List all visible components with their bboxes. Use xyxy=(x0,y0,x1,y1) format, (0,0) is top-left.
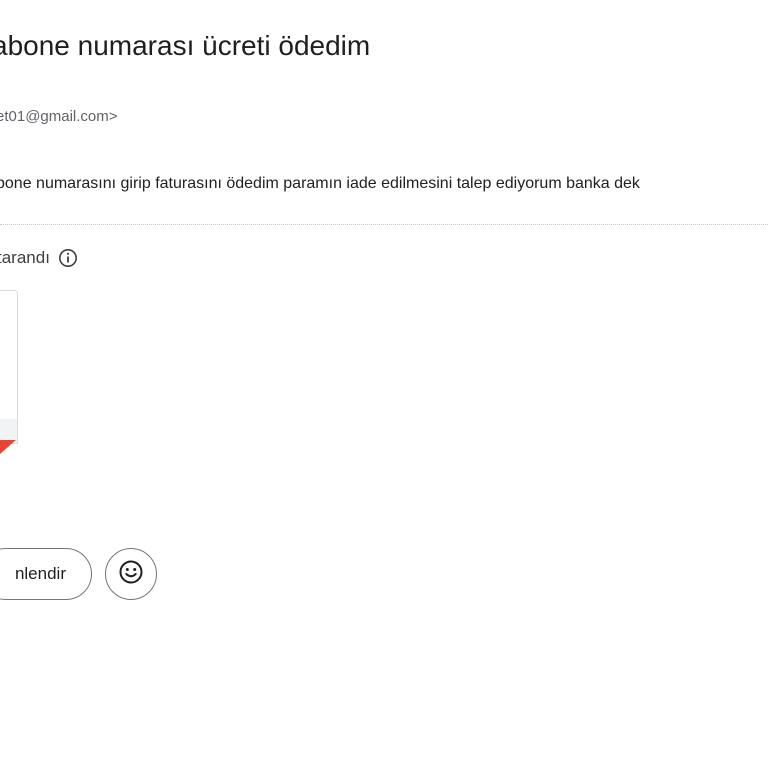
email-body-text: bone numarasını girip faturasını ödedim … xyxy=(0,175,640,192)
emoji-reaction-button[interactable] xyxy=(105,548,157,600)
info-icon[interactable] xyxy=(58,248,78,268)
attachments-divider xyxy=(0,224,768,225)
email-view: abone numarası ücreti ödedim et01@gmail.… xyxy=(0,0,768,768)
forward-button-label: nlendir xyxy=(14,564,66,583)
email-subject: abone numarası ücreti ödedim xyxy=(0,30,371,61)
smiley-icon xyxy=(118,559,144,590)
attachment-scan-status: tarandı xyxy=(0,248,78,268)
sender-address[interactable]: et01@gmail.com> xyxy=(0,108,118,125)
scan-status-label: tarandı xyxy=(0,248,50,267)
forward-button[interactable]: nlendir xyxy=(0,548,92,600)
pdf-file-icon xyxy=(0,440,16,454)
attachment-thumbnail[interactable] xyxy=(0,290,18,444)
